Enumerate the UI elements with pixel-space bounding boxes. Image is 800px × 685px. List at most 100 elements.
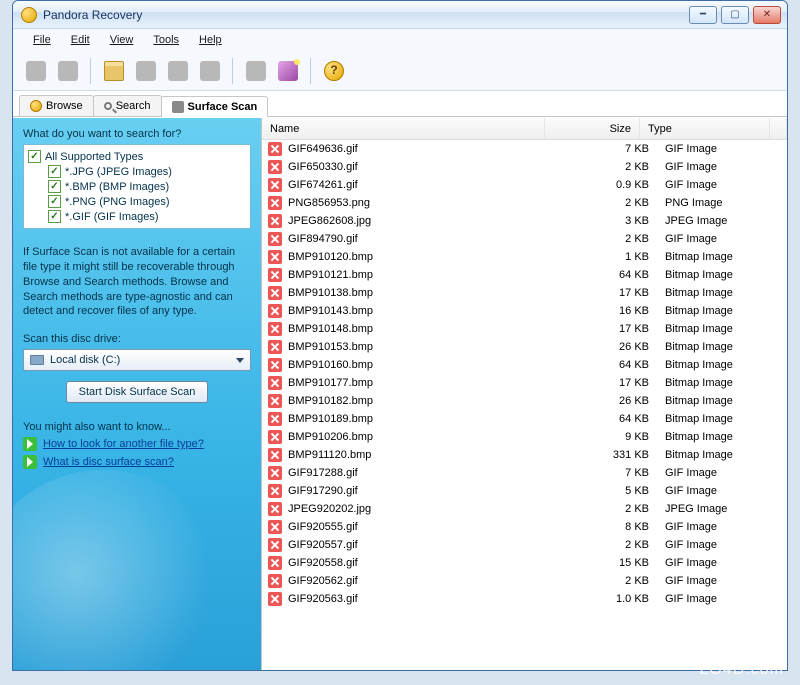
table-row[interactable]: GIF894790.gif2 KBGIF Image xyxy=(262,230,787,248)
table-row[interactable]: GIF649636.gif7 KBGIF Image xyxy=(262,140,787,158)
toolbar-props-button[interactable] xyxy=(197,58,223,84)
toolbar-help-button[interactable] xyxy=(321,58,347,84)
menu-view[interactable]: View xyxy=(102,32,142,48)
checkbox-label: *.JPG (JPEG Images) xyxy=(65,166,172,178)
toolbar-forward-button[interactable] xyxy=(55,58,81,84)
table-row[interactable]: BMP911120.bmp331 KBBitmap Image xyxy=(262,446,787,464)
table-row[interactable]: PNG856953.png2 KBPNG Image xyxy=(262,194,787,212)
checkbox-filetype[interactable]: ✓*.PNG (PNG Images) xyxy=(28,194,244,209)
table-row[interactable]: GIF920557.gif2 KBGIF Image xyxy=(262,536,787,554)
deleted-file-icon xyxy=(268,196,282,210)
table-row[interactable]: GIF650330.gif2 KBGIF Image xyxy=(262,158,787,176)
table-row[interactable]: GIF920558.gif15 KBGIF Image xyxy=(262,554,787,572)
table-row[interactable]: JPEG920202.jpg2 KBJPEG Image xyxy=(262,500,787,518)
drive-select[interactable]: Local disk (C:) xyxy=(23,349,251,371)
file-name: GIF920557.gif xyxy=(288,539,562,551)
minimize-button[interactable]: ━ xyxy=(689,6,717,24)
toolbar-recover-button[interactable] xyxy=(133,58,159,84)
file-name: BMP910177.bmp xyxy=(288,377,562,389)
toolbar-preview-button[interactable] xyxy=(243,58,269,84)
table-row[interactable]: JPEG862608.jpg3 KBJPEG Image xyxy=(262,212,787,230)
toolbar-separator xyxy=(310,58,312,84)
table-row[interactable]: BMP910148.bmp17 KBBitmap Image xyxy=(262,320,787,338)
toolbar-open-button[interactable] xyxy=(101,58,127,84)
deleted-file-icon xyxy=(268,160,282,174)
file-size: 2 KB xyxy=(562,503,657,515)
table-row[interactable]: BMP910138.bmp17 KBBitmap Image xyxy=(262,284,787,302)
table-row[interactable]: BMP910153.bmp26 KBBitmap Image xyxy=(262,338,787,356)
file-name: GIF920555.gif xyxy=(288,521,562,533)
tab-label: Browse xyxy=(46,100,83,112)
deleted-file-icon xyxy=(268,502,282,516)
link-what-is-scan[interactable]: What is disc surface scan? xyxy=(43,456,174,468)
deleted-file-icon xyxy=(268,232,282,246)
menu-tools[interactable]: Tools xyxy=(145,32,187,48)
wizard-icon xyxy=(278,61,298,81)
checkbox-filetype[interactable]: ✓*.GIF (GIF Images) xyxy=(28,209,244,224)
column-name[interactable]: Name xyxy=(262,118,545,139)
file-size: 64 KB xyxy=(562,359,657,371)
table-row[interactable]: BMP910177.bmp17 KBBitmap Image xyxy=(262,374,787,392)
checkbox-filetype[interactable]: ✓*.BMP (BMP Images) xyxy=(28,179,244,194)
tab-browse[interactable]: Browse xyxy=(19,95,94,116)
table-row[interactable]: BMP910121.bmp64 KBBitmap Image xyxy=(262,266,787,284)
close-button[interactable]: ✕ xyxy=(753,6,781,24)
browse-icon xyxy=(30,100,42,112)
deleted-file-icon xyxy=(268,592,282,606)
table-row[interactable]: BMP910189.bmp64 KBBitmap Image xyxy=(262,410,787,428)
deleted-file-icon xyxy=(268,322,282,336)
deleted-file-icon xyxy=(268,574,282,588)
table-row[interactable]: GIF674261.gif0.9 KBGIF Image xyxy=(262,176,787,194)
file-name: GIF920563.gif xyxy=(288,593,562,605)
file-size: 17 KB xyxy=(562,287,657,299)
file-name: GIF649636.gif xyxy=(288,143,562,155)
titlebar[interactable]: Pandora Recovery ━ ▢ ✕ xyxy=(13,1,787,29)
file-rows[interactable]: GIF649636.gif7 KBGIF ImageGIF650330.gif2… xyxy=(262,140,787,670)
file-size: 7 KB xyxy=(562,467,657,479)
toolbar-copy-button[interactable] xyxy=(165,58,191,84)
checkbox-filetype[interactable]: ✓*.JPG (JPEG Images) xyxy=(28,164,244,179)
column-type[interactable]: Type xyxy=(640,118,770,139)
table-row[interactable]: BMP910120.bmp1 KBBitmap Image xyxy=(262,248,787,266)
content-area: What do you want to search for? ✓ All Su… xyxy=(13,117,787,670)
checkbox-icon: ✓ xyxy=(48,210,61,223)
link-other-filetype[interactable]: How to look for another file type? xyxy=(43,438,204,450)
file-name: PNG856953.png xyxy=(288,197,562,209)
table-row[interactable]: BMP910160.bmp64 KBBitmap Image xyxy=(262,356,787,374)
file-type: Bitmap Image xyxy=(657,359,787,371)
menu-file[interactable]: File xyxy=(25,32,59,48)
table-row[interactable]: BMP910143.bmp16 KBBitmap Image xyxy=(262,302,787,320)
toolbar xyxy=(13,51,787,91)
file-size: 15 KB xyxy=(562,557,657,569)
scan-icon xyxy=(172,101,184,113)
start-scan-button[interactable]: Start Disk Surface Scan xyxy=(66,381,209,403)
also-heading: You might also want to know... xyxy=(23,421,251,433)
file-name: GIF917290.gif xyxy=(288,485,562,497)
file-type: GIF Image xyxy=(657,143,787,155)
menu-edit[interactable]: Edit xyxy=(63,32,98,48)
maximize-button[interactable]: ▢ xyxy=(721,6,749,24)
table-row[interactable]: BMP910206.bmp9 KBBitmap Image xyxy=(262,428,787,446)
file-size: 5 KB xyxy=(562,485,657,497)
file-type: GIF Image xyxy=(657,179,787,191)
table-row[interactable]: BMP910182.bmp26 KBBitmap Image xyxy=(262,392,787,410)
table-row[interactable]: GIF917288.gif7 KBGIF Image xyxy=(262,464,787,482)
table-row[interactable]: GIF920555.gif8 KBGIF Image xyxy=(262,518,787,536)
disk-icon xyxy=(30,355,44,365)
file-types-box: ✓ All Supported Types ✓*.JPG (JPEG Image… xyxy=(23,144,251,229)
checkbox-all-types[interactable]: ✓ All Supported Types xyxy=(28,149,244,164)
menu-help[interactable]: Help xyxy=(191,32,230,48)
table-row[interactable]: GIF920562.gif2 KBGIF Image xyxy=(262,572,787,590)
table-row[interactable]: GIF917290.gif5 KBGIF Image xyxy=(262,482,787,500)
table-row[interactable]: GIF920563.gif1.0 KBGIF Image xyxy=(262,590,787,608)
toolbar-back-button[interactable] xyxy=(23,58,49,84)
file-type: JPEG Image xyxy=(657,215,787,227)
sidebar: What do you want to search for? ✓ All Su… xyxy=(13,118,261,670)
toolbar-wizard-button[interactable] xyxy=(275,58,301,84)
file-name: GIF894790.gif xyxy=(288,233,562,245)
tab-search[interactable]: Search xyxy=(93,95,162,116)
file-type: GIF Image xyxy=(657,233,787,245)
deleted-file-icon xyxy=(268,268,282,282)
column-size[interactable]: Size xyxy=(545,118,640,139)
tab-surface-scan[interactable]: Surface Scan xyxy=(161,96,269,117)
